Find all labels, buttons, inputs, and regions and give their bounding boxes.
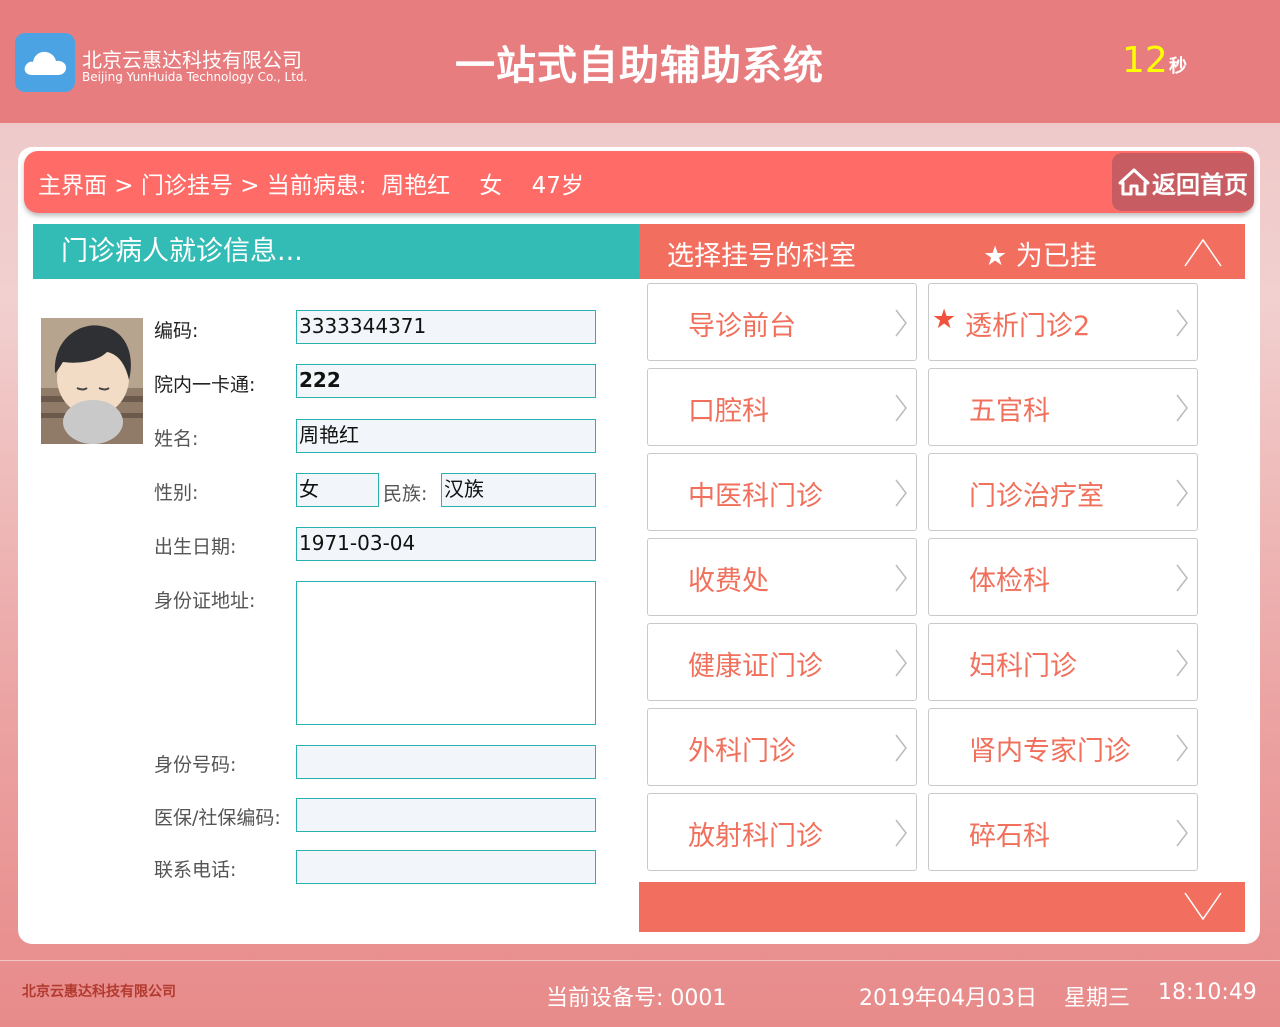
department-button[interactable]: 体检科 [928,538,1198,616]
department-button[interactable]: 妇科门诊 [928,623,1198,701]
chevron-right-icon [895,734,907,762]
chevron-right-icon [1176,394,1188,422]
ethnicity-label: 民族: [383,483,428,505]
chevron-right-icon [1176,649,1188,677]
company-name-cn: 北京云惠达科技有限公司 [82,48,302,72]
department-title: 选择挂号的科室 [667,241,856,272]
chevron-right-icon [895,479,907,507]
department-scroll-bar [639,882,1245,932]
patient-info-title: 门诊病人就诊信息... [33,224,641,279]
chevron-right-icon [1176,734,1188,762]
department-name: 门诊治疗室 [969,481,1104,512]
footer-divider [0,960,1280,961]
insurance-field[interactable] [296,798,596,832]
device-number: 当前设备号: 0001 [546,986,727,1011]
name-label: 姓名: [154,428,199,450]
countdown-unit: 秒 [1169,56,1187,77]
current-time: 18:10:49 [1158,980,1257,1005]
chevron-right-icon [1176,479,1188,507]
id-number-label: 身份号码: [154,754,237,776]
department-name: 透析门诊2 [965,311,1091,342]
department-button[interactable]: 肾内专家门诊 [928,708,1198,786]
registered-star-icon: ★ [932,304,957,335]
department-button[interactable]: 口腔科 [647,368,917,446]
department-button[interactable]: 导诊前台 [647,283,917,361]
company-name-en: Beijing YunHuida Technology Co., Ltd. [82,70,308,84]
insurance-label: 医保/社保编码: [154,807,281,829]
ethnicity-field[interactable]: 汉族 [441,473,596,507]
chevron-right-icon [1176,564,1188,592]
department-name: 中医科门诊 [688,481,823,512]
cloud-icon [24,51,67,75]
id-number-field[interactable] [296,745,596,779]
gender-field[interactable]: 女 [296,473,379,507]
department-name: 健康证门诊 [688,651,823,682]
countdown-value: 12 [1122,40,1168,81]
department-button[interactable]: 放射科门诊 [647,793,917,871]
breadcrumb: 主界面 > 门诊挂号 > 当前病患: 周艳红 女 47岁 [24,151,1254,213]
company-logo [15,33,75,92]
chevron-right-icon [1176,309,1188,337]
department-name: 导诊前台 [688,311,796,342]
card-label: 院内一卡通: [154,374,256,396]
department-name: 碎石科 [969,821,1050,852]
department-name: 外科门诊 [688,736,796,767]
department-button[interactable]: ★ 透析门诊2 [928,283,1198,361]
chevron-right-icon [895,309,907,337]
card-field[interactable]: 222 [296,364,596,398]
phone-field[interactable] [296,850,596,884]
department-button[interactable]: 外科门诊 [647,708,917,786]
department-name: 放射科门诊 [688,821,823,852]
department-button[interactable]: 健康证门诊 [647,623,917,701]
current-weekday: 星期三 [1064,986,1131,1011]
current-date: 2019年04月03日 [859,986,1037,1011]
department-button[interactable]: 五官科 [928,368,1198,446]
footer-company: 北京云惠达科技有限公司 [22,984,176,1000]
department-button[interactable]: 门诊治疗室 [928,453,1198,531]
breadcrumb-text: 主界面 > 门诊挂号 > 当前病患: 周艳红 女 47岁 [38,173,584,199]
chevron-right-icon [895,819,907,847]
gender-label: 性别: [154,482,199,504]
department-name: 五官科 [969,396,1050,427]
registered-legend: ★ 为已挂 [983,241,1097,272]
department-name: 妇科门诊 [969,651,1077,682]
home-icon [1118,168,1150,196]
birth-field[interactable]: 1971-03-04 [296,527,596,561]
chevron-right-icon [1176,819,1188,847]
birth-label: 出生日期: [154,536,237,558]
scroll-up-icon[interactable] [1183,236,1223,268]
chevron-right-icon [895,649,907,677]
return-home-label: 返回首页 [1152,170,1248,199]
chevron-right-icon [895,564,907,592]
address-field[interactable] [296,581,596,725]
department-name: 收费处 [688,566,769,597]
department-button[interactable]: 碎石科 [928,793,1198,871]
app-title: 一站式自助辅助系统 [455,43,824,89]
code-label: 编码: [154,320,199,342]
return-home-button[interactable]: 返回首页 [1112,153,1254,211]
department-name: 体检科 [969,566,1050,597]
code-field[interactable]: 3333344371 [296,310,596,344]
patient-avatar [41,318,143,444]
chevron-right-icon [895,394,907,422]
address-label: 身份证地址: [154,590,256,612]
department-button[interactable]: 收费处 [647,538,917,616]
department-name: 口腔科 [688,396,769,427]
department-button[interactable]: 中医科门诊 [647,453,917,531]
department-header: 选择挂号的科室 ★ 为已挂 [639,224,1245,279]
name-field[interactable]: 周艳红 [296,419,596,453]
scroll-down-icon[interactable] [1183,891,1223,923]
phone-label: 联系电话: [154,859,237,881]
app-header: 北京云惠达科技有限公司 Beijing YunHuida Technology … [0,0,1280,123]
department-name: 肾内专家门诊 [969,736,1131,767]
